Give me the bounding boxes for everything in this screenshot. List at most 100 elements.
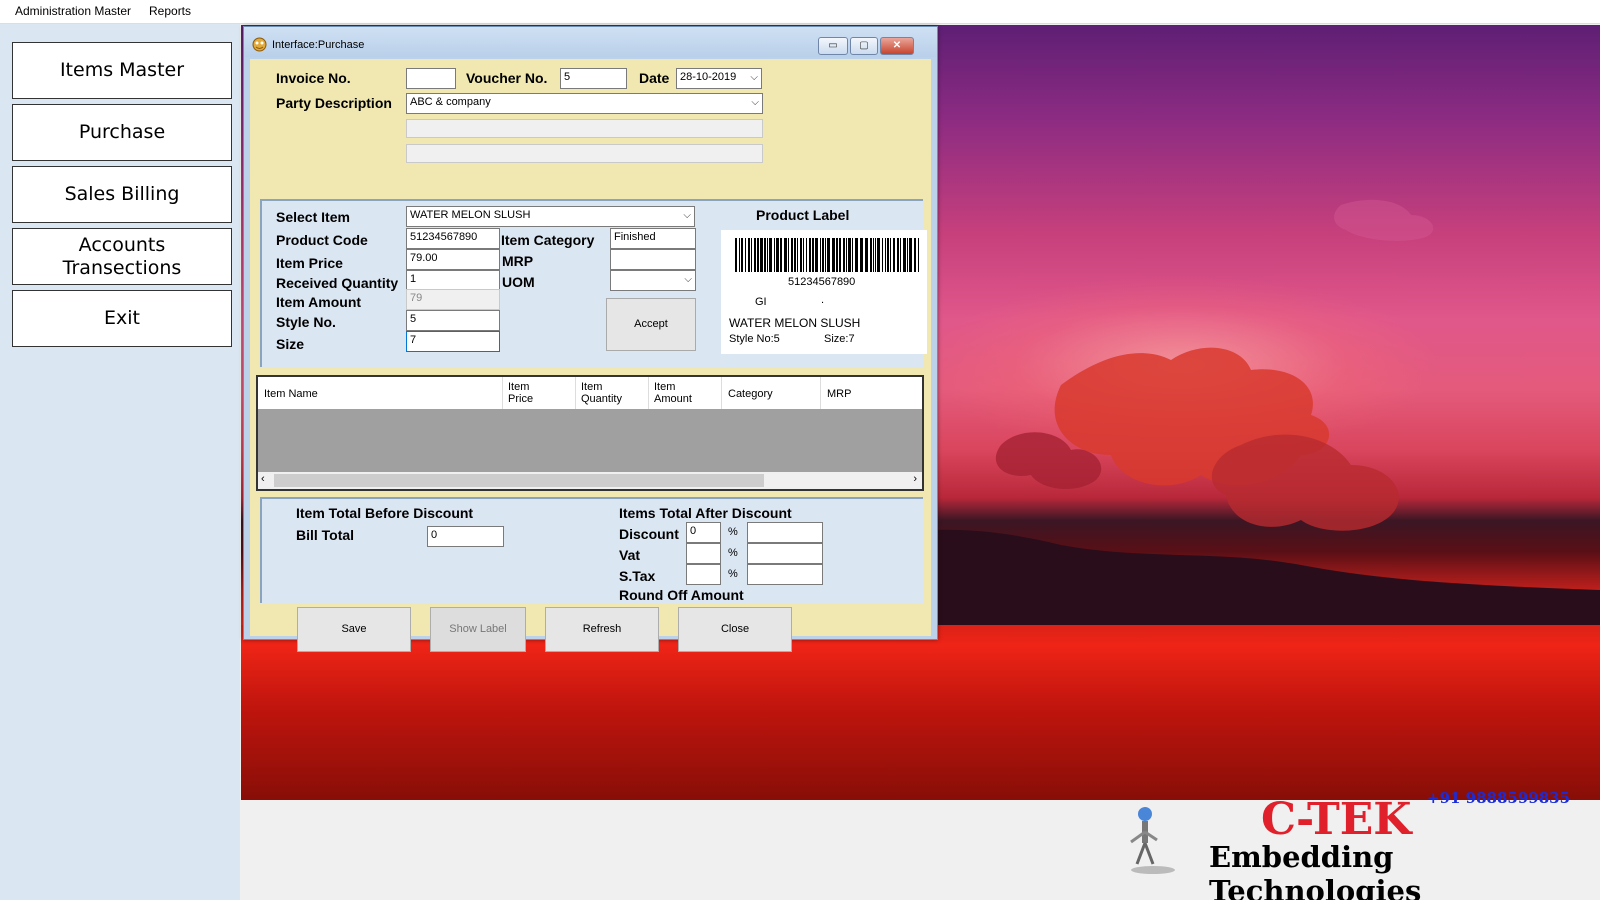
brand-phone: +91 9888599835 [1427, 789, 1571, 807]
scrollbar-thumb[interactable] [274, 474, 764, 487]
totals-group: Item Total Before Discount Bill Total 0 … [260, 497, 923, 603]
barcode-graphic [735, 238, 919, 272]
chevron-right-icon[interactable]: › [913, 473, 917, 485]
bill-total-input[interactable]: 0 [427, 526, 504, 547]
received-quantity-input[interactable]: 1 [406, 270, 500, 291]
select-item-dropdown[interactable]: WATER MELON SLUSH ⌵ [406, 206, 695, 227]
vat-amount-input[interactable] [747, 543, 823, 564]
brand-tagline: Embedding Technologies [1209, 840, 1422, 900]
grid-horizontal-scrollbar[interactable]: ‹ › [258, 472, 922, 489]
grid-divider [820, 377, 821, 409]
item-category-input[interactable]: Finished [610, 228, 696, 249]
vat-label: Vat [619, 547, 641, 563]
menu-reports[interactable]: Reports [149, 4, 191, 18]
window-close-button[interactable]: ✕ [880, 37, 914, 55]
label-style-no: Style No:5 [729, 333, 780, 345]
item-price-input[interactable]: 79.00 [406, 249, 500, 270]
discount-amount-input[interactable] [747, 522, 823, 543]
grid-header: Item Name Item Price Item Quantity Item … [258, 377, 922, 409]
chevron-left-icon[interactable]: ‹ [261, 473, 265, 485]
window-app-icon [252, 37, 267, 52]
discount-percent-input[interactable]: 0 [686, 522, 721, 543]
col-category[interactable]: Category [728, 388, 773, 400]
style-no-label: Style No. [276, 314, 336, 330]
item-price-label: Item Price [276, 255, 343, 271]
exit-button[interactable]: Exit [12, 290, 232, 347]
items-grid[interactable]: Item Name Item Price Item Quantity Item … [256, 375, 924, 491]
date-picker[interactable]: 28-10-2019 ⌵ [676, 68, 762, 89]
stax-label: S.Tax [619, 568, 656, 584]
uom-select[interactable]: ⌵ [610, 270, 696, 291]
maximize-button[interactable]: ▢ [850, 37, 878, 55]
show-label-button[interactable]: Show Label [430, 607, 526, 652]
minimize-button[interactable]: ▭ [818, 37, 848, 55]
voucher-no-input[interactable]: 5 [560, 68, 627, 89]
footer: C-TEK Embedding Technologies +91 9888599… [241, 789, 1600, 900]
voucher-no-label: Voucher No. [466, 70, 548, 86]
grid-divider [721, 377, 722, 409]
items-master-button[interactable]: Items Master [12, 42, 232, 99]
item-category-label: Item Category [501, 232, 595, 248]
size-label: Size [276, 336, 305, 352]
purchase-window: Interface:Purchase ▭ ▢ ✕ Invoice No. Vou… [243, 26, 938, 652]
party-description-select[interactable]: ABC & company ⌵ [406, 93, 763, 114]
stax-percent-sign: % [728, 568, 738, 580]
bill-total-label: Bill Total [296, 527, 355, 543]
col-item-quantity[interactable]: Item Quantity [581, 381, 622, 405]
col-item-name[interactable]: Item Name [264, 388, 318, 400]
window-title: Interface:Purchase [272, 39, 365, 51]
col-item-amount[interactable]: Item Amount [654, 381, 692, 405]
chevron-down-icon: ⌵ [683, 210, 691, 221]
item-details-group: Select Item WATER MELON SLUSH ⌵ Product … [260, 199, 927, 367]
party-address-line1 [406, 119, 763, 138]
chevron-down-icon: ⌵ [684, 274, 692, 285]
stax-percent-input[interactable] [686, 564, 721, 585]
size-input[interactable]: 7 [406, 331, 500, 352]
select-item-label: Select Item [276, 209, 350, 225]
robot-logo-icon [1130, 807, 1175, 874]
chevron-down-icon: ⌵ [750, 72, 758, 83]
discount-percent-sign: % [728, 526, 738, 538]
mrp-label: MRP [502, 253, 534, 269]
menu-administration-master[interactable]: Administration Master [15, 4, 131, 18]
style-no-input[interactable]: 5 [406, 310, 500, 331]
label-gi: GI [755, 296, 767, 308]
item-amount-label: Item Amount [276, 294, 362, 310]
col-mrp[interactable]: MRP [827, 388, 851, 400]
party-description-label: Party Description [276, 95, 392, 111]
received-quantity-label: Received Quantity [276, 275, 399, 291]
product-code-label: Product Code [276, 232, 368, 248]
grid-divider [648, 377, 649, 409]
grid-divider [575, 377, 576, 409]
invoice-no-input[interactable] [406, 68, 456, 89]
label-dot: . [821, 294, 825, 306]
uom-label: UOM [502, 274, 535, 290]
save-button[interactable]: Save [297, 607, 411, 652]
party-address-line2 [406, 144, 763, 163]
select-item-value: WATER MELON SLUSH [410, 209, 531, 221]
sales-billing-button[interactable]: Sales Billing [12, 166, 232, 223]
left-nav-panel: Items Master Purchase Sales Billing Acco… [0, 24, 240, 900]
mrp-input[interactable] [610, 249, 696, 270]
purchase-button[interactable]: Purchase [12, 104, 232, 161]
product-code-input[interactable]: 51234567890 [406, 228, 500, 249]
vat-percent-input[interactable] [686, 543, 721, 564]
stax-amount-input[interactable] [747, 564, 823, 585]
item-total-before-discount-label: Item Total Before Discount [296, 505, 474, 521]
menu-bar: Administration Master Reports [0, 0, 1600, 24]
product-label-card: 51234567890 GI . WATER MELON SLUSH Style… [721, 230, 927, 354]
label-size: Size:7 [824, 333, 855, 345]
window-titlebar[interactable]: Interface:Purchase ▭ ▢ ✕ [244, 27, 937, 57]
barcode-number: 51234567890 [788, 276, 856, 288]
accept-button[interactable]: Accept [606, 298, 696, 351]
product-label-title: Product Label [756, 207, 850, 223]
grid-divider [502, 377, 503, 409]
close-button[interactable]: Close [678, 607, 792, 652]
col-item-price[interactable]: Item Price [508, 381, 533, 405]
refresh-button[interactable]: Refresh [545, 607, 659, 652]
label-item-name: WATER MELON SLUSH [729, 316, 861, 330]
accounts-transections-button[interactable]: Accounts Transections [12, 228, 232, 285]
vat-percent-sign: % [728, 547, 738, 559]
chevron-down-icon: ⌵ [751, 97, 759, 108]
items-total-after-discount-label: Items Total After Discount [619, 505, 792, 521]
